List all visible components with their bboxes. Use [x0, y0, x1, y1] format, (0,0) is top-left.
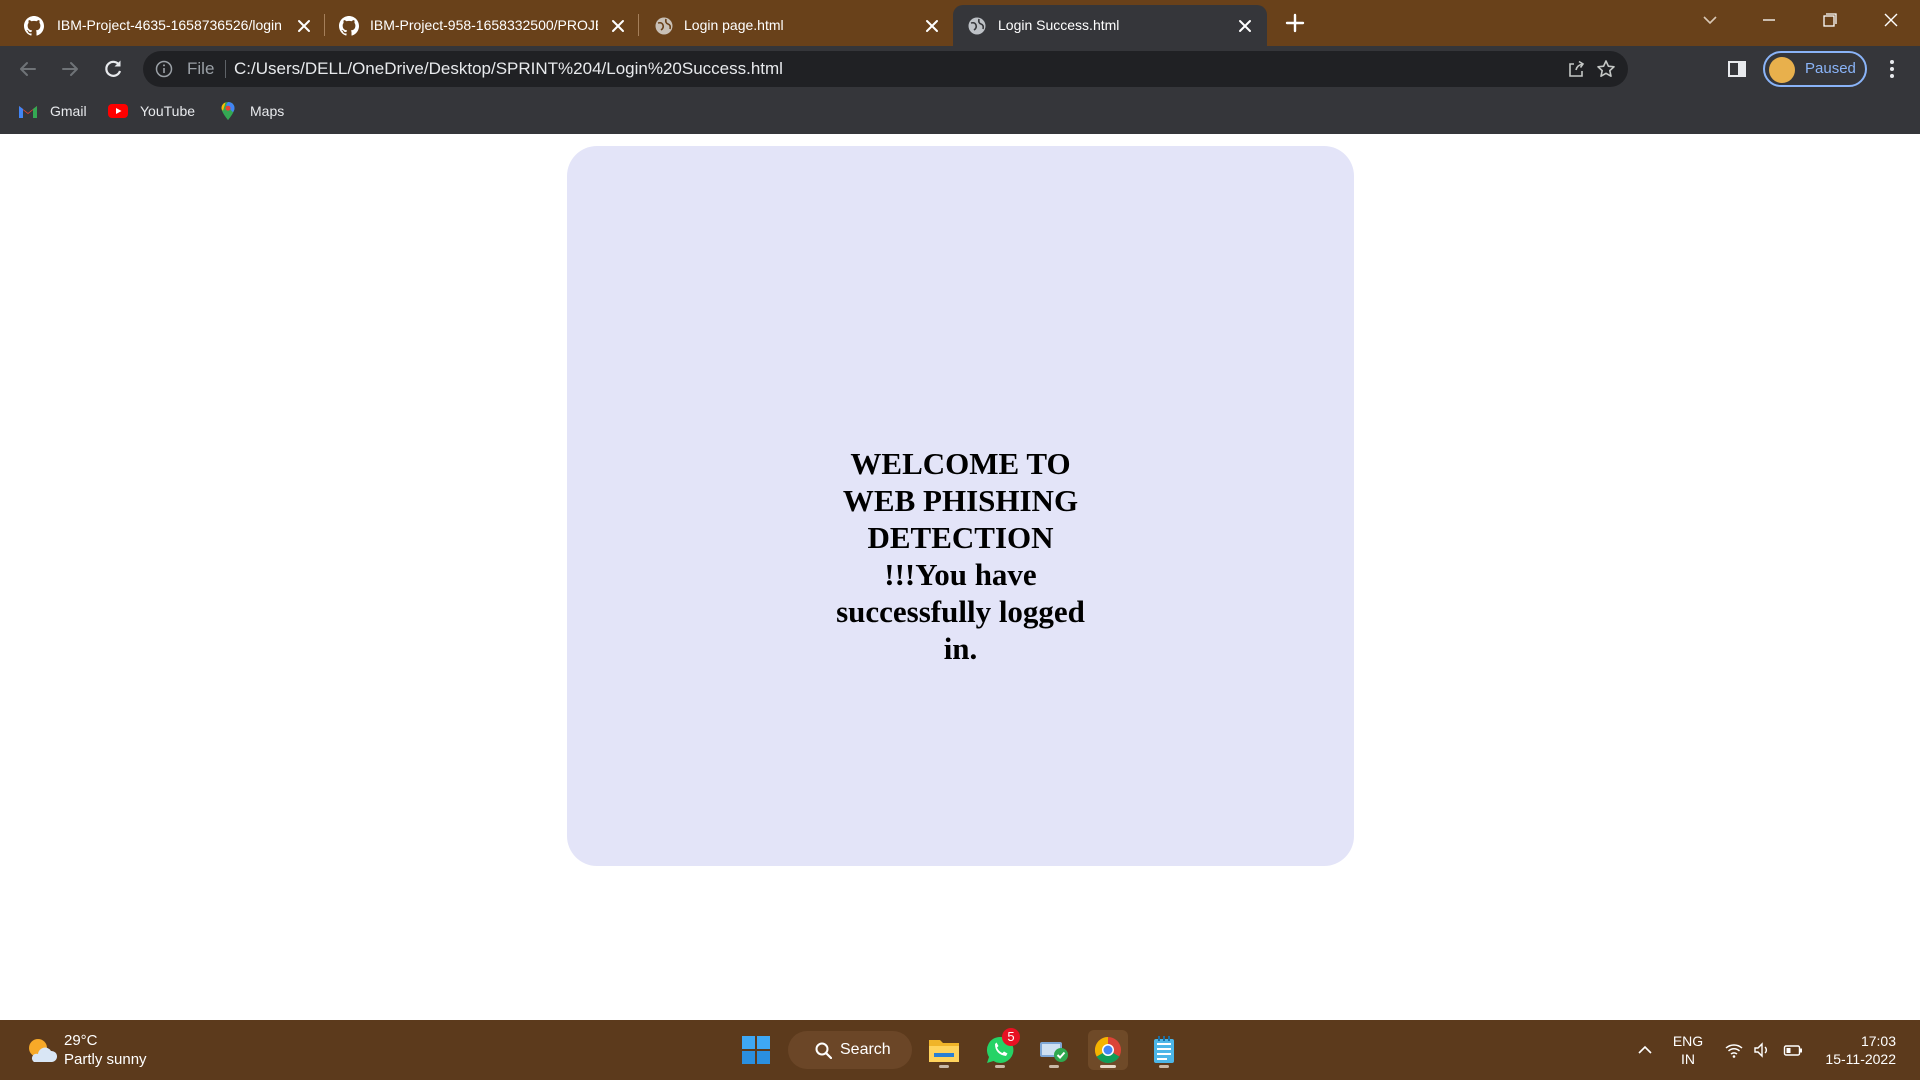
globe-icon: [655, 17, 673, 35]
running-indicator: [939, 1065, 949, 1068]
running-indicator: [1159, 1065, 1169, 1068]
page-viewport: WELCOME TO WEB PHISHING DETECTION !!!You…: [0, 134, 1920, 1020]
restore-icon[interactable]: [1814, 8, 1844, 32]
maps-icon: [221, 102, 235, 120]
reload-icon[interactable]: [100, 56, 126, 82]
bookmarks-bar: Gmail YouTube Maps: [0, 92, 1920, 134]
taskbar-network-app[interactable]: [1034, 1030, 1074, 1070]
language-code: ENG: [1672, 1033, 1704, 1049]
window-close-icon[interactable]: [1876, 8, 1906, 32]
taskbar-chrome[interactable]: [1088, 1030, 1128, 1070]
bookmark-maps[interactable]: Maps: [218, 92, 284, 130]
tab-strip: IBM-Project-4635-1658736526/login IBM-Pr…: [0, 0, 1920, 46]
github-icon: [339, 16, 359, 36]
welcome-card: WELCOME TO WEB PHISHING DETECTION !!!You…: [567, 146, 1354, 866]
clock-date: 15-11-2022: [1825, 1051, 1896, 1067]
search-label: Search: [840, 1041, 891, 1058]
bookmark-label: Gmail: [50, 103, 87, 119]
folder-icon: [929, 1040, 959, 1062]
wifi-icon[interactable]: [1724, 1040, 1744, 1060]
welcome-message: WELCOME TO WEB PHISHING DETECTION !!!You…: [836, 446, 1085, 666]
running-indicator: [1100, 1065, 1116, 1068]
more-menu-icon[interactable]: [1881, 58, 1903, 80]
bookmark-gmail[interactable]: Gmail: [18, 92, 87, 130]
taskbar-file-explorer[interactable]: [924, 1030, 964, 1070]
address-divider: [225, 60, 226, 78]
tab-search-chevron-icon[interactable]: [1695, 8, 1725, 32]
globe-icon: [968, 17, 986, 35]
volume-icon[interactable]: [1752, 1040, 1772, 1060]
bookmark-label: Maps: [250, 103, 285, 119]
taskbar: 29°C Partly sunny Search 5 ENG IN 17:03: [0, 1020, 1920, 1080]
search-icon: [815, 1042, 832, 1059]
close-tab-icon[interactable]: [923, 17, 941, 35]
battery-icon[interactable]: [1783, 1040, 1803, 1060]
tab-title: Login page.html: [684, 17, 784, 33]
weather-condition: Partly sunny: [64, 1051, 147, 1068]
tab-title: Login Success.html: [998, 17, 1120, 33]
tab-login-page[interactable]: Login page.html: [630, 5, 950, 46]
clock-time: 17:03: [1860, 1033, 1896, 1049]
back-arrow-icon[interactable]: [15, 56, 41, 82]
tab-github-login[interactable]: IBM-Project-4635-1658736526/login: [0, 5, 320, 46]
github-icon: [24, 16, 44, 36]
windows-logo-icon: [742, 1036, 770, 1064]
url-text[interactable]: C:/Users/DELL/OneDrive/Desktop/SPRINT%20…: [234, 51, 783, 87]
chrome-icon: [1094, 1036, 1121, 1064]
youtube-icon: [108, 104, 128, 118]
language-indicator[interactable]: ENG IN: [1670, 1032, 1706, 1068]
tab-github-project[interactable]: IBM-Project-958-1658332500/PROJECT: [316, 5, 632, 46]
language-region: IN: [1681, 1051, 1695, 1067]
avatar: [1769, 57, 1795, 83]
close-tab-icon[interactable]: [295, 17, 313, 35]
taskbar-notepad[interactable]: [1144, 1030, 1184, 1070]
info-icon[interactable]: [155, 60, 173, 78]
network-app-icon: [1040, 1042, 1068, 1062]
weather-temperature: 29°C: [64, 1032, 98, 1049]
close-tab-icon[interactable]: [1236, 17, 1254, 35]
taskbar-whatsapp[interactable]: 5: [980, 1028, 1020, 1070]
forward-arrow-icon[interactable]: [57, 56, 83, 82]
notification-badge: 5: [1002, 1028, 1020, 1046]
share-icon[interactable]: [1566, 59, 1586, 79]
gmail-icon: [19, 106, 37, 118]
taskbar-search[interactable]: Search: [788, 1031, 912, 1069]
bookmark-youtube[interactable]: YouTube: [108, 92, 195, 130]
browser-toolbar: File C:/Users/DELL/OneDrive/Desktop/SPRI…: [0, 46, 1920, 92]
side-panel-icon[interactable]: [1726, 58, 1748, 80]
running-indicator: [995, 1065, 1005, 1068]
running-indicator: [1049, 1065, 1059, 1068]
tab-title: IBM-Project-958-1658332500/PROJECT: [370, 17, 598, 33]
chevron-up-icon[interactable]: [1635, 1040, 1655, 1060]
new-tab-icon[interactable]: [1283, 11, 1307, 35]
minimize-icon[interactable]: [1754, 8, 1784, 32]
close-tab-icon[interactable]: [609, 17, 627, 35]
bookmark-label: YouTube: [140, 103, 196, 119]
tab-title: IBM-Project-4635-1658736526/login: [57, 17, 282, 33]
bookmark-star-icon[interactable]: [1596, 59, 1616, 79]
profile-status-label: Paused: [1805, 60, 1856, 77]
weather-widget[interactable]: 29°C Partly sunny: [24, 1032, 224, 1072]
notepad-icon: [1154, 1036, 1174, 1063]
profile-button[interactable]: Paused: [1763, 51, 1867, 87]
partly-sunny-icon: [29, 1039, 58, 1062]
start-button[interactable]: [736, 1030, 776, 1070]
tab-login-success[interactable]: Login Success.html: [953, 5, 1267, 46]
system-clock[interactable]: 17:03 15-11-2022: [1820, 1032, 1896, 1068]
address-bar[interactable]: File C:/Users/DELL/OneDrive/Desktop/SPRI…: [143, 51, 1628, 87]
url-scheme-label: File: [187, 59, 215, 78]
